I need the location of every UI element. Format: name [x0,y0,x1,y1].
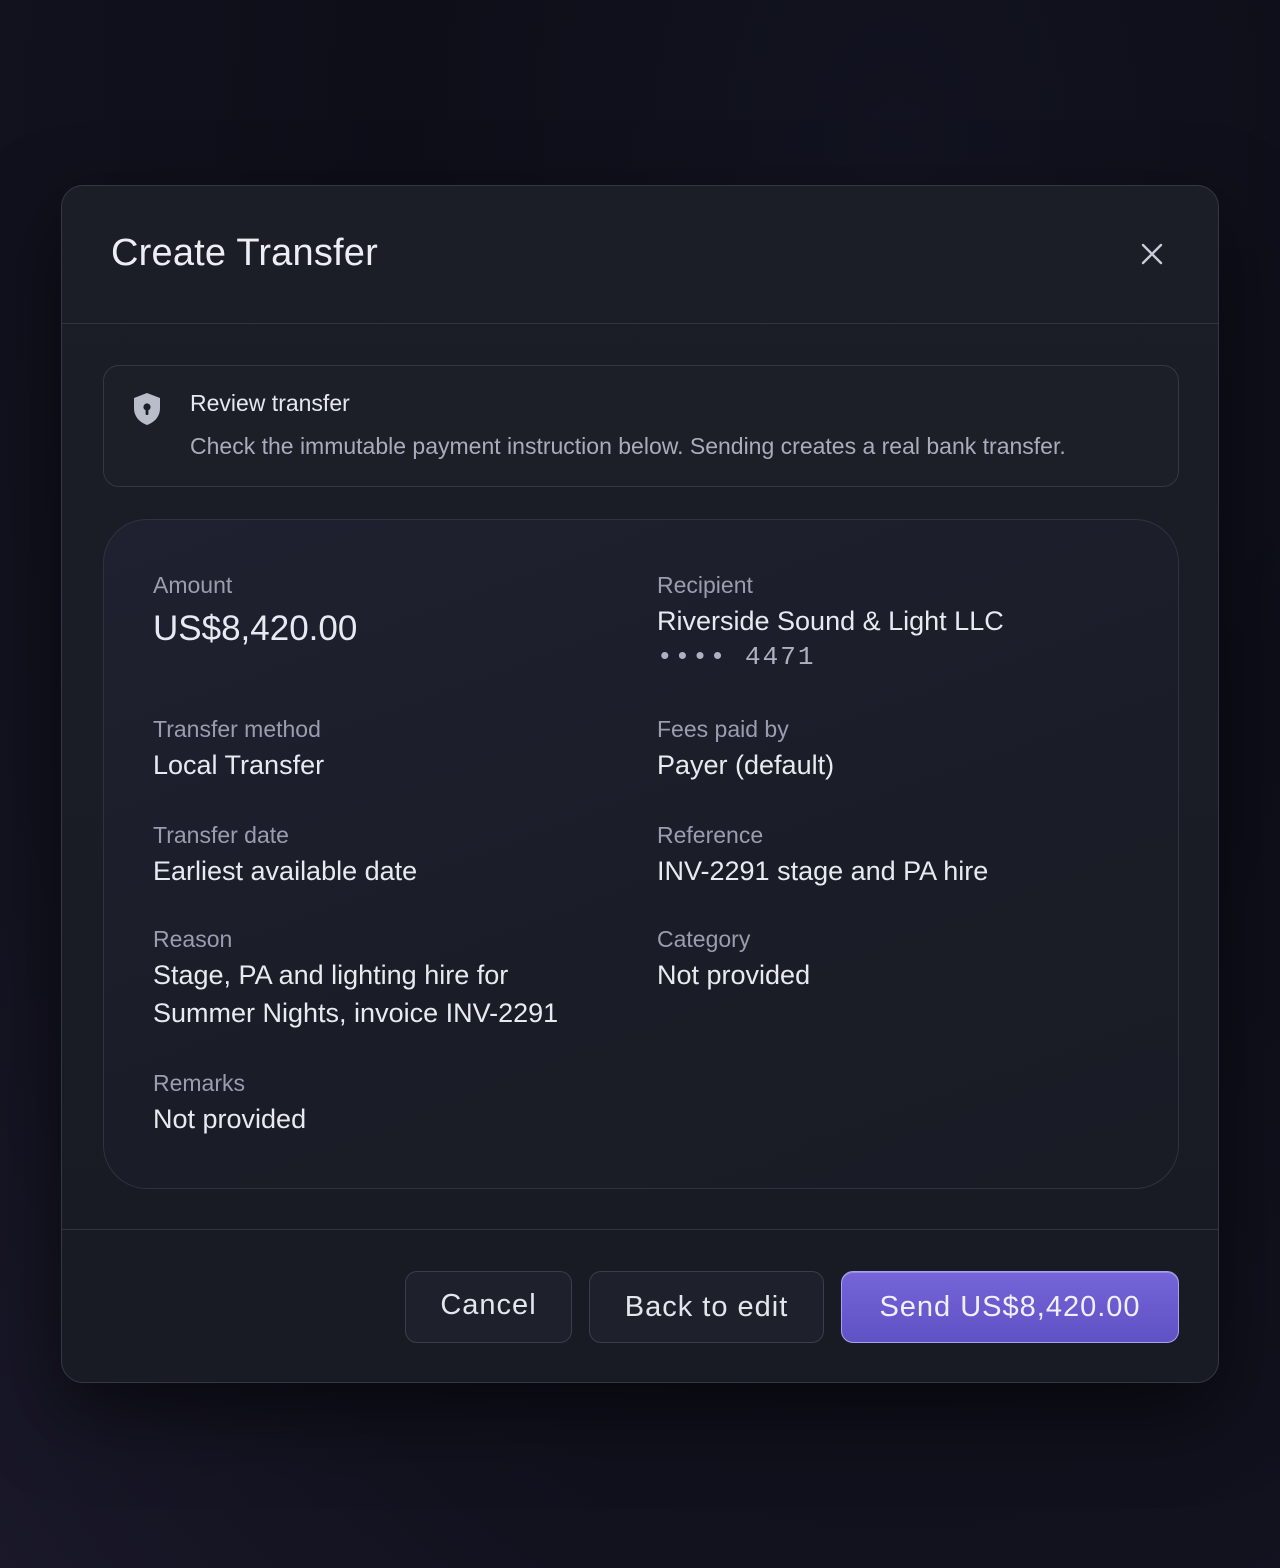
transfer-method-value: Local Transfer [153,750,325,780]
transfer-date-value: Earliest available date [153,856,418,886]
close-button[interactable] [1134,236,1170,272]
review-notice: Review transfer Check the immutable paym… [103,365,1179,487]
modal-header: Create Transfer [62,186,1218,324]
remarks-value: Not provided [153,1104,307,1134]
reason-field: Reason Stage, PA and lighting hire for S… [153,925,558,1032]
category-value: Not provided [657,960,811,990]
reference-value: INV-2291 stage and PA hire [657,856,989,886]
modal-footer: Cancel Back to edit Send US$8,420.00 [62,1229,1218,1384]
category-label: Category [657,926,751,952]
close-icon [1141,243,1163,265]
cancel-button[interactable]: Cancel [405,1271,572,1343]
category-field: Category Not provided [657,925,810,994]
recipient-account-mask: •••• 4471 [657,642,816,672]
fees-paid-by-value: Payer (default) [657,750,835,780]
notice-text: Check the immutable payment instruction … [190,433,1066,459]
recipient-field: Recipient Riverside Sound & Light LLC ••… [657,571,1004,672]
transfer-method-label: Transfer method [153,716,321,742]
remarks-label: Remarks [153,1070,246,1096]
create-transfer-modal: Create Transfer Review transfer Check th… [61,185,1219,1383]
amount-label: Amount [153,572,233,598]
transfer-details-card: Amount US$8,420.00 Recipient Riverside S… [103,519,1179,1189]
remarks-field: Remarks Not provided [153,1069,306,1138]
fees-paid-by-field: Fees paid by Payer (default) [657,715,834,784]
reason-value-line2: Summer Nights, invoice INV-2291 [153,998,559,1028]
amount-field: Amount US$8,420.00 [153,571,357,651]
transfer-date-field: Transfer date Earliest available date [153,821,417,890]
shield-lock-icon [134,393,160,425]
send-transfer-button[interactable]: Send US$8,420.00 [841,1271,1179,1343]
reference-label: Reference [657,822,764,848]
recipient-label: Recipient [657,572,753,598]
notice-title: Review transfer [190,390,350,416]
amount-value: US$8,420.00 [153,609,358,648]
transfer-date-label: Transfer date [153,822,289,848]
fees-paid-by-label: Fees paid by [657,716,789,742]
reference-field: Reference INV-2291 stage and PA hire [657,821,988,890]
reason-label: Reason [153,926,233,952]
modal-title: Create Transfer [111,232,378,274]
back-to-edit-button[interactable]: Back to edit [589,1271,824,1343]
recipient-value: Riverside Sound & Light LLC [657,606,1004,636]
reason-value-line1: Stage, PA and lighting hire for [153,960,509,990]
transfer-method-field: Transfer method Local Transfer [153,715,324,784]
